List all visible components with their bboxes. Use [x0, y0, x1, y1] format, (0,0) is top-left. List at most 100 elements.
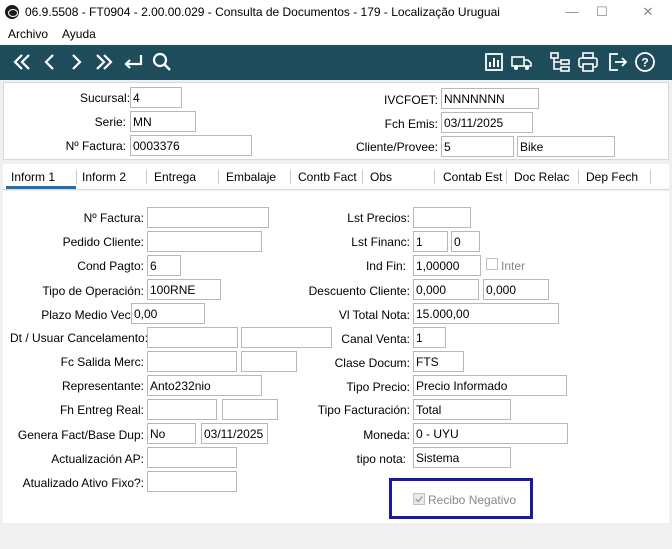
nfactura-label: Nº Factura:	[83, 211, 144, 225]
moneda-label: Moneda:	[363, 428, 410, 442]
descuento-cliente-field-1[interactable]: 0,000	[413, 279, 479, 300]
tab-separator	[76, 170, 77, 184]
tipo-precio-field[interactable]: Precio Informado	[413, 375, 567, 396]
dt-cancelamento-field[interactable]	[147, 327, 238, 348]
inter-checkbox[interactable]	[486, 258, 498, 270]
vl-total-nota-field[interactable]: 15.000,00	[413, 303, 559, 324]
cliente-code-field[interactable]: 5	[441, 136, 514, 157]
dt-cancelamento-label: Dt / Usuar Cancelamento:	[10, 331, 149, 345]
tipo-operacion-label: Tipo de Operación:	[42, 284, 144, 298]
serie-field[interactable]: MN	[130, 111, 196, 132]
tab-separator	[290, 170, 291, 184]
nfactura-header-field[interactable]: 0003376	[130, 135, 252, 156]
plazo-medio-field[interactable]: 0,00	[131, 303, 205, 324]
recibo-negativo-checkbox[interactable]	[413, 493, 425, 505]
fc-salida-field[interactable]	[147, 351, 237, 372]
pedido-cliente-field[interactable]	[147, 231, 262, 252]
toolbar: ?	[0, 45, 672, 80]
actualizacion-ap-label: Actualización AP:	[51, 452, 144, 466]
lst-financ-field-2[interactable]: 0	[451, 231, 480, 252]
last-icon[interactable]	[92, 50, 116, 74]
clase-docum-label: Clase Docum:	[334, 356, 410, 370]
atualizado-ativo-label: Atualizado Ativo Fixo?:	[22, 476, 144, 490]
genera-fact-label: Genera Fact/Base Dup:	[17, 428, 144, 442]
previous-icon[interactable]	[38, 50, 62, 74]
serie-label: Serie:	[94, 115, 126, 129]
ivcfoet-label: IVCFOET:	[383, 93, 438, 107]
tab-inform-1[interactable]: Inform 1	[11, 170, 55, 184]
fc-salida-label: Fc Salida Merc:	[60, 355, 144, 369]
active-tab-indicator	[6, 186, 76, 189]
next-icon[interactable]	[64, 50, 88, 74]
tipo-nota-field[interactable]: Sistema	[413, 447, 511, 468]
menu-ayuda[interactable]: Ayuda	[62, 27, 96, 41]
ind-fin-field[interactable]: 1,00000	[413, 255, 481, 276]
genera-fact-field[interactable]: No	[147, 423, 196, 444]
help-icon[interactable]: ?	[633, 50, 657, 74]
representante-field[interactable]: Anto232nio	[147, 375, 262, 396]
tab-dep-fech[interactable]: Dep Fech	[586, 170, 638, 184]
nfactura-field[interactable]	[147, 207, 269, 228]
tab-separator	[506, 170, 507, 184]
tab-contab-est[interactable]: Contab Est	[443, 170, 502, 184]
sucursal-label: Sucursal:	[80, 91, 131, 105]
representante-label: Representante:	[61, 379, 144, 393]
canal-venta-field[interactable]: 1	[413, 327, 446, 348]
fh-entreg-hora-field[interactable]	[222, 399, 278, 420]
close-button[interactable]: ✕	[628, 0, 668, 24]
tab-embalaje[interactable]: Embalaje	[226, 170, 276, 184]
tab-separator	[146, 170, 147, 184]
search-icon[interactable]	[150, 50, 174, 74]
report-icon[interactable]	[482, 50, 506, 74]
tab-doc-relac[interactable]: Doc Relac	[514, 170, 569, 184]
window-title: 06.9.5508 - FT0904 - 2.00.00.029 - Consu…	[25, 5, 500, 19]
tab-inform-2[interactable]: Inform 2	[82, 170, 126, 184]
tipo-facturacion-field[interactable]: Total	[413, 399, 511, 420]
descuento-cliente-field-2[interactable]: 0,000	[483, 279, 549, 300]
tab-bar: Inform 1 Inform 2 Entrega Embalaje Contb…	[3, 164, 669, 190]
fc-salida-hora-field[interactable]	[241, 351, 297, 372]
lst-financ-label: Lst Financ:	[351, 235, 410, 249]
ind-fin-label: Ind Fin:	[365, 259, 406, 273]
cliente-label: Cliente/Provee:	[355, 140, 438, 154]
inter-label: Inter	[501, 259, 526, 273]
tipo-facturacion-label: Tipo Facturación:	[317, 403, 410, 417]
actualizacion-ap-field[interactable]	[147, 447, 237, 468]
delivery-truck-icon[interactable]	[510, 50, 534, 74]
pedido-cliente-label: Pedido Cliente:	[62, 235, 144, 249]
svg-text:?: ?	[641, 56, 648, 70]
fh-entreg-field[interactable]	[147, 399, 217, 420]
recibo-negativo-label: Recibo Negativo	[428, 493, 517, 507]
atualizado-ativo-field[interactable]	[147, 471, 237, 492]
fch-emis-field[interactable]: 03/11/2025	[441, 112, 533, 133]
tab-entrega[interactable]: Entrega	[154, 170, 196, 184]
print-icon[interactable]	[576, 50, 600, 74]
menu-archivo[interactable]: Archivo	[8, 27, 48, 41]
lst-financ-field-1[interactable]: 1	[413, 231, 448, 252]
tab-obs[interactable]: Obs	[370, 170, 392, 184]
vl-total-nota-label: Vl Total Nota:	[338, 308, 410, 322]
return-icon[interactable]	[121, 50, 145, 74]
maximize-button[interactable]: ☐	[582, 0, 622, 24]
ivcfoet-field[interactable]: NNNNNNN	[441, 88, 539, 109]
nfactura-header-label: Nº Factura:	[65, 139, 126, 153]
first-icon[interactable]	[10, 50, 34, 74]
moneda-field[interactable]: 0 - UYU	[413, 423, 568, 444]
base-dup-date-field[interactable]: 03/11/2025	[201, 423, 268, 444]
fch-emis-label: Fch Emis:	[384, 117, 438, 131]
lst-precios-label: Lst Precios:	[347, 211, 410, 225]
tab-separator	[650, 170, 651, 184]
tab-separator	[434, 170, 435, 184]
sucursal-field[interactable]: 4	[130, 87, 182, 108]
tipo-precio-label: Tipo Precio:	[346, 380, 410, 394]
tipo-operacion-field[interactable]: 100RNE	[147, 279, 221, 300]
tab-contb-fact[interactable]: Contb Fact	[298, 170, 357, 184]
exit-icon[interactable]	[605, 50, 629, 74]
lst-precios-field[interactable]	[413, 207, 471, 228]
cliente-name-field[interactable]: Bike	[517, 136, 615, 157]
tree-icon[interactable]	[548, 50, 572, 74]
tipo-nota-label: tipo nota:	[356, 452, 406, 466]
cond-pagto-field[interactable]: 6	[147, 255, 181, 276]
clase-docum-field[interactable]: FTS	[413, 351, 464, 372]
app-logo-icon	[5, 5, 19, 19]
